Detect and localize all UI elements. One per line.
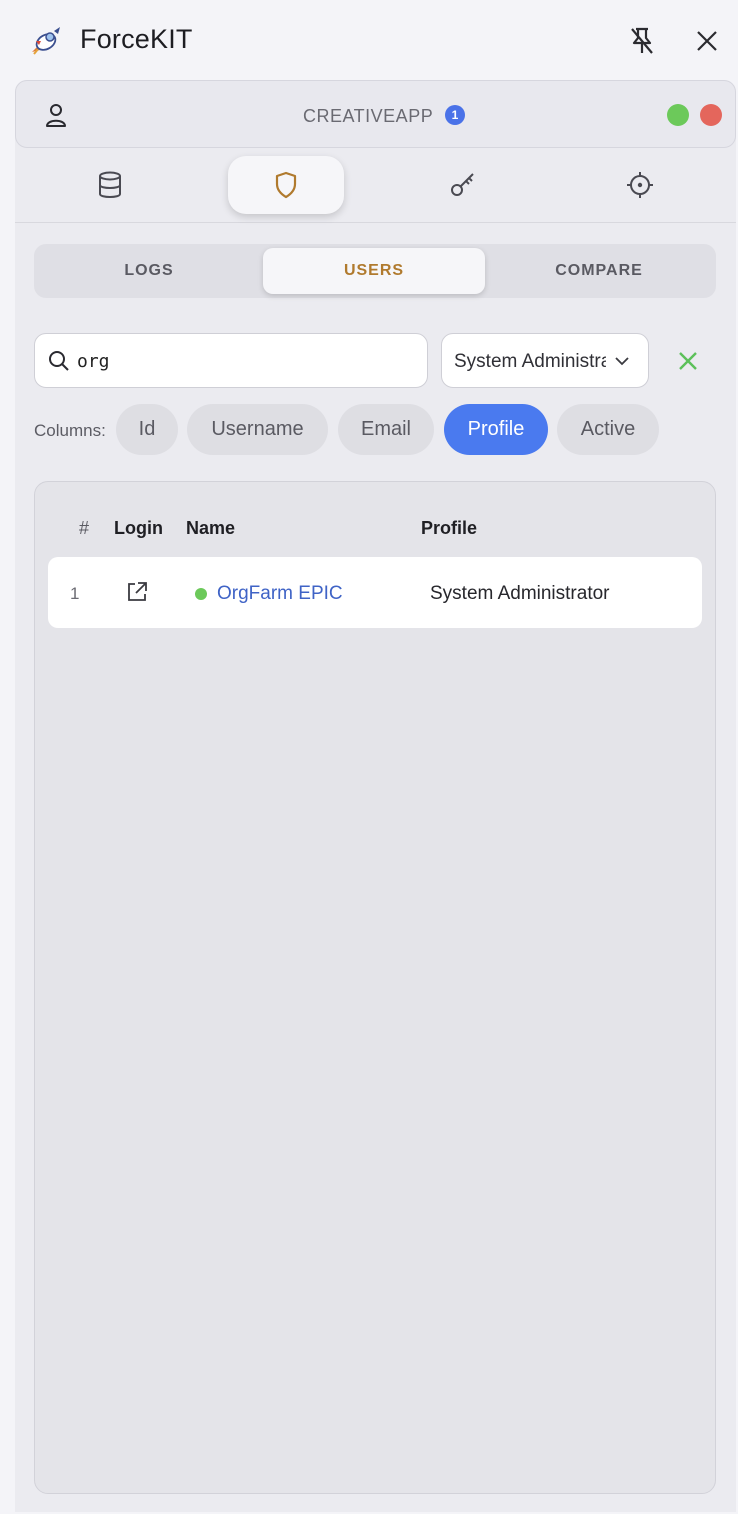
nav-tab-keys[interactable] bbox=[405, 156, 521, 214]
column-chip-profile[interactable]: Profile bbox=[444, 404, 548, 455]
tab-logs[interactable]: LOGS bbox=[38, 248, 260, 294]
unpin-icon bbox=[631, 27, 653, 54]
clear-x-icon[interactable] bbox=[675, 348, 701, 374]
profile-select[interactable]: System Administrator bbox=[441, 333, 649, 388]
external-link-icon[interactable] bbox=[126, 581, 148, 603]
shield-icon bbox=[275, 171, 297, 199]
org-name[interactable]: CREATIVEAPP bbox=[303, 106, 433, 127]
header-profile: Profile bbox=[421, 518, 478, 538]
column-chip-username[interactable]: Username bbox=[187, 404, 328, 455]
nav-tab-security[interactable] bbox=[228, 156, 344, 214]
main-panel: CREATIVEAPP 1 LOGS USERS COMPARE org Sys… bbox=[15, 80, 736, 1512]
close-button[interactable] bbox=[687, 22, 727, 60]
status-dot-green[interactable] bbox=[667, 104, 689, 126]
tab-users[interactable]: USERS bbox=[263, 248, 485, 294]
database-icon bbox=[99, 171, 121, 198]
users-table: # Login Name Profile 1 OrgFarm EPIC Syst… bbox=[34, 481, 716, 1494]
search-icon bbox=[49, 351, 69, 371]
unpin-button[interactable] bbox=[622, 22, 662, 60]
column-chip-active[interactable]: Active bbox=[557, 404, 659, 455]
user-profile: System Administrator bbox=[430, 583, 610, 604]
table-row: 1 OrgFarm EPIC System Administrator bbox=[48, 557, 702, 628]
search-field bbox=[34, 333, 428, 388]
row-number: 1 bbox=[70, 584, 80, 603]
header-num: # bbox=[79, 518, 90, 538]
org-bar: CREATIVEAPP 1 bbox=[15, 80, 736, 148]
org-count-badge: 1 bbox=[445, 105, 465, 125]
target-icon bbox=[627, 172, 653, 198]
rocket-astronaut-logo bbox=[32, 27, 60, 55]
nav-tab-database[interactable] bbox=[52, 156, 168, 214]
profile-select-value: System Administrator bbox=[454, 351, 606, 372]
column-chip-email[interactable]: Email bbox=[338, 404, 434, 455]
columns-label: Columns: bbox=[34, 421, 106, 440]
tab-compare[interactable]: COMPARE bbox=[488, 248, 710, 294]
sub-tab-bar: LOGS USERS COMPARE bbox=[34, 244, 716, 298]
status-dot-red[interactable] bbox=[700, 104, 722, 126]
column-chip-id[interactable]: Id bbox=[116, 404, 178, 455]
title-bar: ForceKIT bbox=[0, 0, 738, 80]
header-name: Name bbox=[186, 518, 236, 538]
user-name-link[interactable]: OrgFarm EPIC bbox=[217, 583, 343, 605]
chevron-down-icon bbox=[615, 357, 629, 366]
search-input[interactable] bbox=[77, 344, 417, 378]
nav-tab-target[interactable] bbox=[582, 156, 698, 214]
key-icon bbox=[451, 173, 474, 196]
user-icon[interactable] bbox=[42, 101, 70, 129]
active-status-dot bbox=[195, 588, 207, 600]
app-title: ForceKIT bbox=[80, 24, 193, 54]
close-icon bbox=[697, 31, 717, 51]
header-login: Login bbox=[114, 518, 163, 538]
main-nav bbox=[15, 148, 736, 223]
